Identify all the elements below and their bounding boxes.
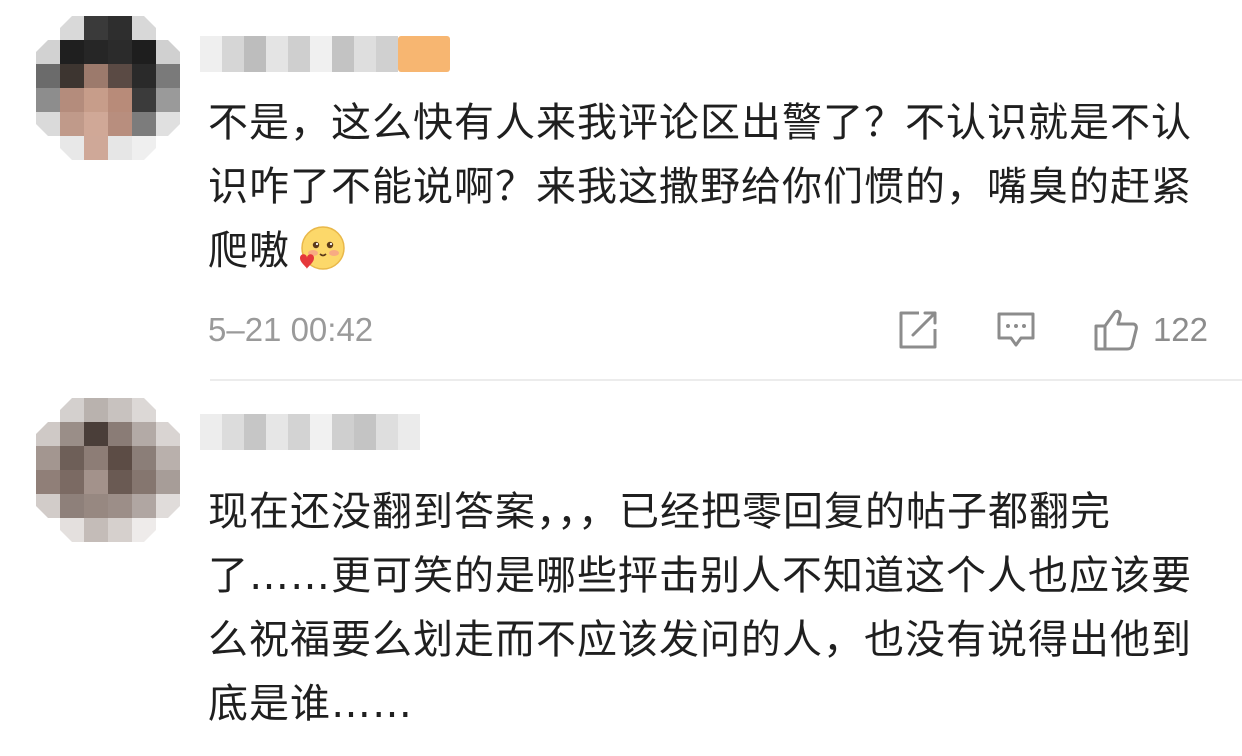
reply-button[interactable]	[995, 310, 1037, 350]
share-button[interactable]	[897, 309, 939, 351]
avatar[interactable]	[36, 16, 180, 160]
comment-actions: 122	[897, 306, 1208, 354]
like-icon	[1094, 309, 1138, 351]
comment-item: 不是，这么快有人来我评论区出警了？不认识就是不认识咋了不能说啊？来我这撒野给你们…	[0, 0, 1242, 380]
like-count: 122	[1152, 311, 1208, 348]
vip-badge	[398, 36, 450, 72]
reply-icon	[997, 312, 1035, 347]
username-blurred[interactable]	[200, 36, 398, 72]
avatar[interactable]	[36, 398, 180, 542]
shy-heart-emoji-icon	[296, 224, 346, 274]
username-blurred[interactable]	[200, 414, 420, 450]
comment-text: 现在还没翻到答案，，，已经把零回复的帖子都翻完了……更可笑的是哪些抨击别人不知道…	[208, 489, 1192, 727]
share-icon	[899, 311, 937, 349]
comment-meta: 5–21 00:42 122	[208, 306, 1208, 354]
like-button[interactable]: 122	[1093, 308, 1208, 352]
timestamp: 5–21 00:42	[208, 311, 374, 348]
comment-text: 不是，这么快有人来我评论区出警了？不认识就是不认识咋了不能说啊？来我这撒野给你们…	[208, 100, 1192, 274]
